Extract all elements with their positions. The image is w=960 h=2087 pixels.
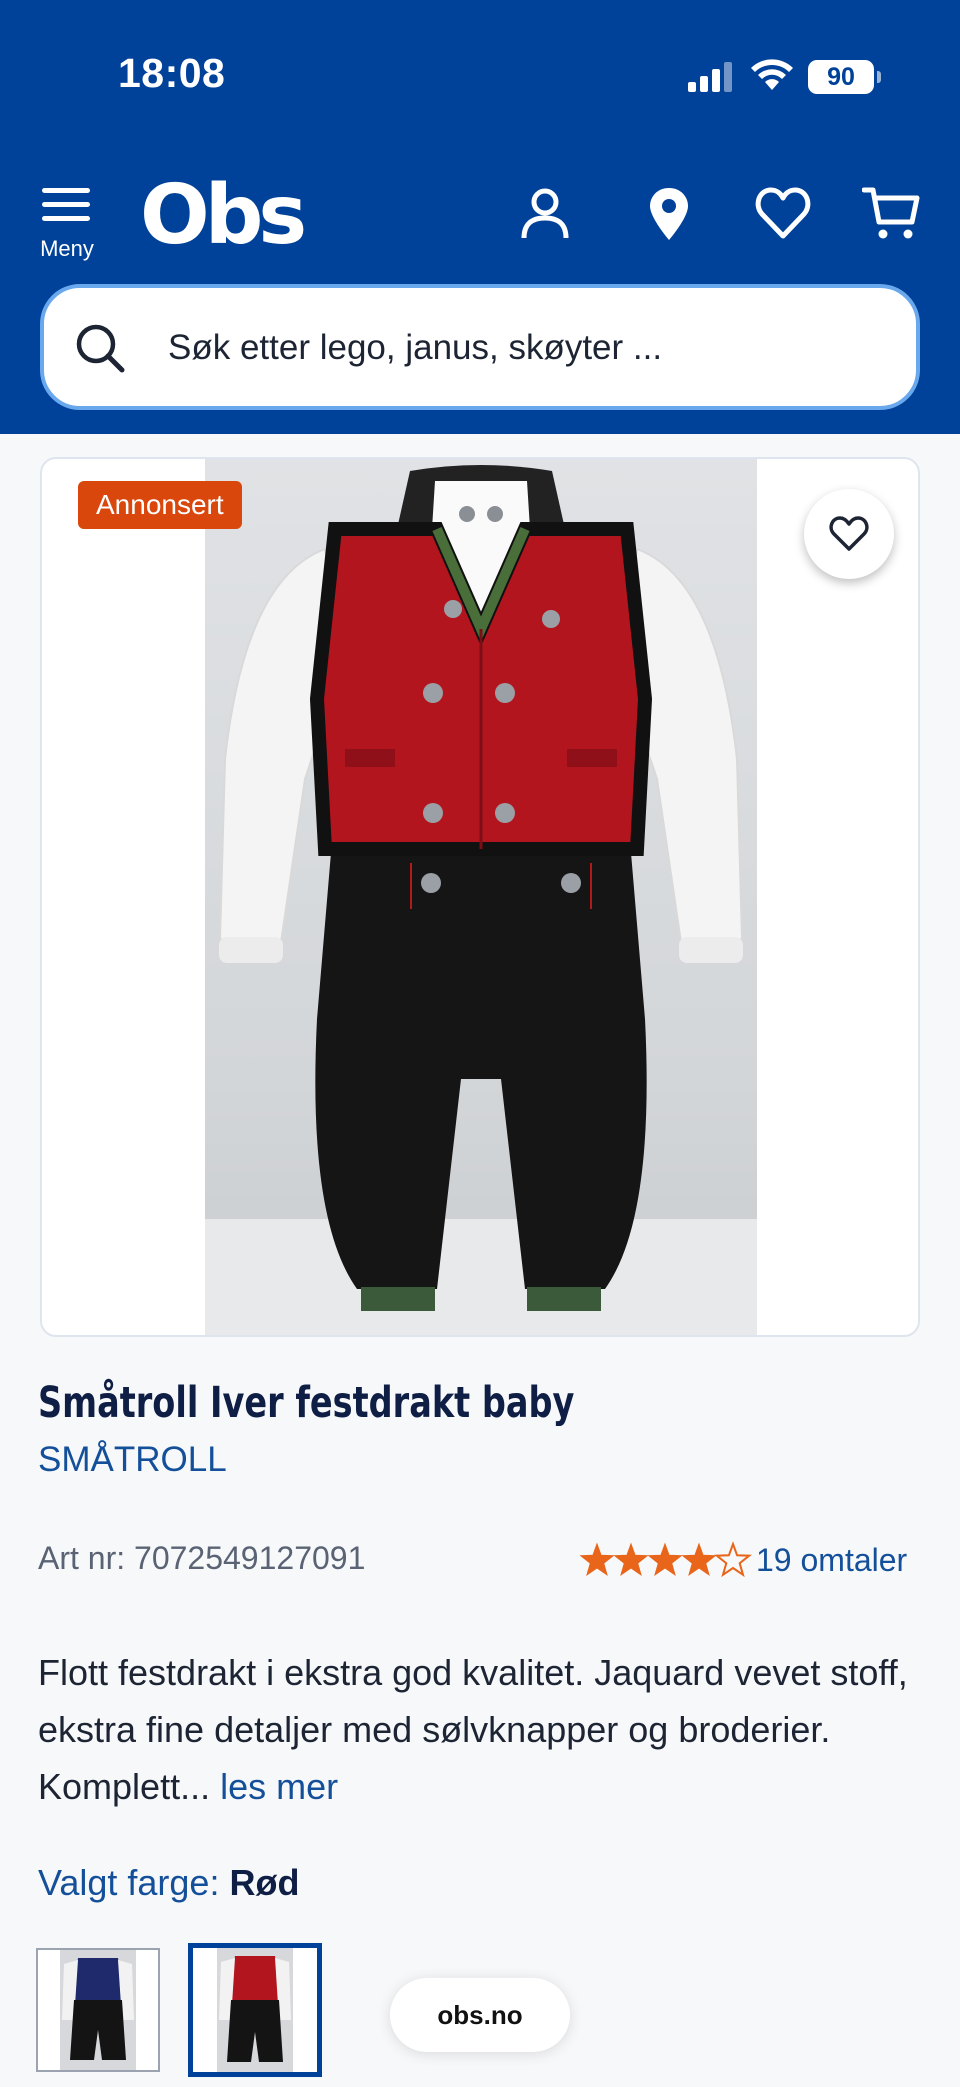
reviews-link[interactable]: 19 omtaler [756, 1542, 907, 1579]
status-time: 18:08 [118, 50, 226, 96]
variant-thumb-blue[interactable] [36, 1948, 160, 2072]
cart-icon[interactable] [862, 184, 920, 242]
star-filled-icon [681, 1542, 717, 1576]
browser-domain-pill[interactable]: obs.no [390, 1978, 570, 2052]
wifi-icon [751, 59, 793, 90]
sponsored-badge: Annonsert [78, 481, 242, 529]
variant-image-red [217, 1948, 293, 2072]
variant-thumb-red[interactable] [188, 1943, 322, 2077]
search-icon [76, 324, 125, 373]
selected-color: Valgt farge: Rød [38, 1862, 299, 1904]
variant-image-blue [60, 1950, 136, 2070]
star-empty-icon [714, 1541, 752, 1578]
favorite-button[interactable] [804, 489, 894, 579]
description-text: Flott festdrakt i ekstra god kvalitet. J… [38, 1652, 908, 1807]
color-value: Rød [229, 1862, 300, 1903]
battery-indicator: 90 [808, 60, 881, 94]
rating-stars[interactable] [580, 1540, 752, 1580]
user-icon[interactable] [516, 184, 574, 242]
menu-button[interactable]: Meny [34, 182, 98, 262]
star-filled-icon [613, 1542, 649, 1576]
color-label: Valgt farge: [38, 1862, 220, 1903]
festdrakt-image [205, 465, 757, 1335]
obs-logo[interactable]: Obs [140, 168, 307, 263]
heart-outline-icon [829, 516, 869, 551]
status-bar: 18:08 90 [0, 0, 960, 150]
product-title: Småtroll Iver festdrakt baby [38, 1378, 575, 1428]
search-input[interactable]: Søk etter lego, janus, skøyter ... [168, 328, 662, 368]
location-pin-icon[interactable] [640, 184, 698, 242]
article-number: Art nr: 7072549127091 [38, 1540, 366, 1576]
product-photo [205, 459, 757, 1335]
heart-icon[interactable] [754, 184, 812, 242]
product-description: Flott festdrakt i ekstra god kvalitet. J… [38, 1644, 928, 1815]
star-filled-icon [647, 1542, 683, 1576]
read-more-link[interactable]: les mer [220, 1766, 338, 1807]
menu-label: Meny [40, 236, 94, 261]
product-brand-link[interactable]: SMÅTROLL [38, 1440, 227, 1480]
top-header: 18:08 90 Meny Obs Søk etter lego, janus,… [0, 0, 960, 434]
star-filled-icon [580, 1542, 615, 1576]
product-image-card[interactable]: Annonsert [40, 457, 920, 1337]
search-bar[interactable]: Søk etter lego, janus, skøyter ... [40, 284, 920, 410]
signal-icon [688, 62, 732, 92]
